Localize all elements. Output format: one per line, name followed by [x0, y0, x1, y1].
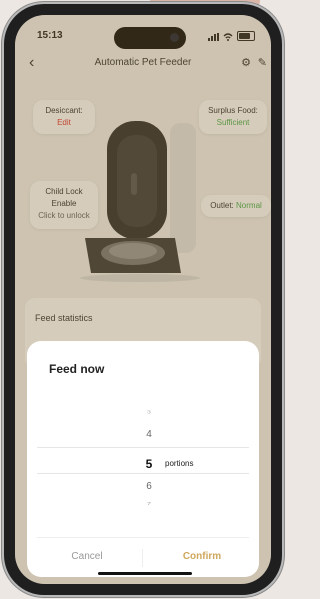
phone-frame: 15:13 ‹ Automatic Pet Feeder ⚙ ✎ Desicca…	[4, 4, 282, 595]
app-screen: 15:13 ‹ Automatic Pet Feeder ⚙ ✎ Desicca…	[15, 15, 271, 584]
picker-selection-bottom-line	[37, 473, 249, 474]
portion-picker[interactable]: 3 4 5 portions 6 7	[27, 403, 259, 515]
home-indicator	[98, 572, 192, 575]
feed-now-dialog: Feed now 3 4 5 portions 6 7 Cancel Confi…	[27, 341, 259, 577]
dialog-title: Feed now	[49, 362, 105, 376]
button-separator	[142, 549, 143, 567]
dialog-divider	[37, 537, 249, 538]
picker-option[interactable]: 7	[139, 501, 159, 506]
confirm-button[interactable]: Confirm	[147, 551, 257, 562]
portions-label: portions	[165, 459, 194, 468]
picker-selection-top-line	[37, 447, 249, 448]
picker-option[interactable]: 3	[139, 410, 159, 414]
picker-selected-option[interactable]: 5	[139, 457, 159, 471]
picker-option[interactable]: 6	[139, 481, 159, 492]
picker-option[interactable]: 4	[139, 429, 159, 440]
cancel-button[interactable]: Cancel	[32, 551, 142, 562]
